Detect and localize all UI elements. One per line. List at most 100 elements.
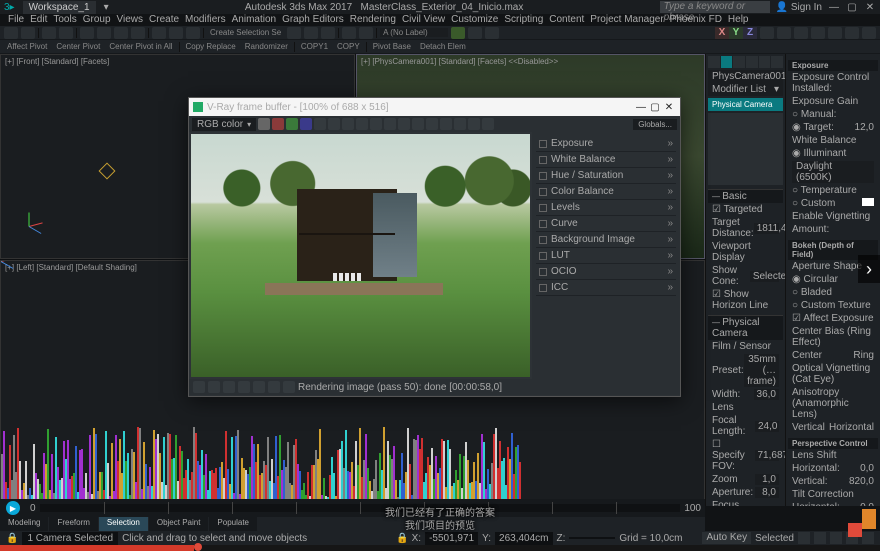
- vfb-link-button[interactable]: [426, 118, 438, 130]
- link-button[interactable]: [42, 27, 56, 39]
- vfb-render-button[interactable]: [468, 118, 480, 130]
- vfb-green-button[interactable]: [286, 118, 298, 130]
- time-slider[interactable]: [40, 504, 681, 512]
- signin-button[interactable]: 👤 Sign In: [776, 2, 822, 13]
- vfb-cc-item[interactable]: OCIO»: [536, 264, 676, 280]
- maximize-button[interactable]: ▢: [846, 1, 858, 13]
- named-sel-dropdown[interactable]: A (No Label): [380, 28, 448, 37]
- vfb-cc-item[interactable]: ICC»: [536, 280, 676, 296]
- align-button[interactable]: [359, 27, 373, 39]
- select-name-button[interactable]: [97, 27, 111, 39]
- modifier-stack[interactable]: [708, 113, 783, 185]
- mirror-button[interactable]: [342, 27, 356, 39]
- utilities-tab[interactable]: [771, 56, 783, 68]
- menu-item[interactable]: Modifiers: [185, 14, 226, 26]
- hierarchy-tab[interactable]: [733, 56, 745, 68]
- redo-button[interactable]: [21, 27, 35, 39]
- ribbon-tab[interactable]: Object Paint: [149, 517, 209, 531]
- menu-item[interactable]: Tools: [53, 14, 76, 26]
- vfb-track-button[interactable]: [412, 118, 424, 130]
- ribbon-tab[interactable]: Freeform: [49, 517, 97, 531]
- video-progress[interactable]: [0, 545, 880, 551]
- vfb-save-button[interactable]: [328, 118, 340, 130]
- unlink-button[interactable]: [59, 27, 73, 39]
- tool-btn[interactable]: [845, 27, 859, 39]
- object-name[interactable]: PhysCamera001: [712, 71, 785, 82]
- menu-item[interactable]: Create: [149, 14, 179, 26]
- vfb-ocio-button[interactable]: [283, 381, 295, 393]
- render-button[interactable]: [485, 27, 499, 39]
- vfb-pick-button[interactable]: [454, 118, 466, 130]
- vfb-red-button[interactable]: [272, 118, 284, 130]
- help-search[interactable]: Type a keyword or phrase: [660, 1, 770, 13]
- vfb-blue-button[interactable]: [300, 118, 312, 130]
- modify-tab[interactable]: [721, 56, 733, 68]
- menu-item[interactable]: Scripting: [504, 14, 543, 26]
- rotate-button[interactable]: [169, 27, 183, 39]
- menu-item[interactable]: Edit: [30, 14, 47, 26]
- vfb-cc-item[interactable]: Levels»: [536, 200, 676, 216]
- ribbon-tab[interactable]: Modeling: [0, 517, 48, 531]
- snap-button[interactable]: [287, 27, 301, 39]
- vfb-cc-item[interactable]: Background Image»: [536, 232, 676, 248]
- vfb-clone-button[interactable]: [370, 118, 382, 130]
- tool-btn[interactable]: [828, 27, 842, 39]
- menu-item[interactable]: Content: [549, 14, 584, 26]
- center-pivot-all[interactable]: Center Pivot in All: [106, 42, 175, 51]
- vfb-min-button[interactable]: —: [634, 100, 648, 114]
- randomizer[interactable]: Randomizer: [242, 42, 291, 51]
- vfb-render-view[interactable]: [191, 134, 530, 377]
- play-button[interactable]: ▶: [6, 501, 20, 515]
- tool-btn[interactable]: [760, 27, 774, 39]
- tool-btn[interactable]: [862, 27, 876, 39]
- rollout-physcam[interactable]: — Physical Camera: [708, 315, 783, 340]
- rollout-exposure[interactable]: Exposure: [788, 60, 878, 71]
- menu-item[interactable]: Rendering: [350, 14, 396, 26]
- menu-item[interactable]: Group: [83, 14, 111, 26]
- filter-button[interactable]: [131, 27, 145, 39]
- vfb-cc-item[interactable]: White Balance»: [536, 152, 676, 168]
- tool-btn[interactable]: [811, 27, 825, 39]
- tool-btn[interactable]: [794, 27, 808, 39]
- angle-snap-button[interactable]: [304, 27, 318, 39]
- copy1[interactable]: COPY1: [298, 42, 331, 51]
- vfb-alpha-button[interactable]: [314, 118, 326, 130]
- vfb-info-button[interactable]: [440, 118, 452, 130]
- undo-button[interactable]: [4, 27, 18, 39]
- vfb-lens-button[interactable]: [223, 381, 235, 393]
- vfb-stamp-button[interactable]: [238, 381, 250, 393]
- menu-item[interactable]: File: [8, 14, 24, 26]
- vfb-close-button[interactable]: ✕: [662, 100, 676, 114]
- minimize-button[interactable]: —: [828, 1, 840, 13]
- vfb-globals-dropdown[interactable]: Globals...: [633, 119, 677, 130]
- vfb-cc-item[interactable]: Curve»: [536, 216, 676, 232]
- modifier-list[interactable]: Modifier List: [712, 84, 766, 95]
- menu-item[interactable]: Civil View: [402, 14, 445, 26]
- render-setup-button[interactable]: [468, 27, 482, 39]
- close-button[interactable]: ✕: [864, 1, 876, 13]
- vfb-max-button[interactable]: ▢: [648, 100, 662, 114]
- timeline[interactable]: ▶ 0 100: [0, 499, 705, 517]
- camera-gizmo-icon[interactable]: [99, 163, 116, 180]
- vfb-lut-button[interactable]: [268, 381, 280, 393]
- vfb-ab-button[interactable]: [384, 118, 396, 130]
- menu-item[interactable]: Animation: [232, 14, 276, 26]
- axis-constraint[interactable]: XYZ: [715, 27, 757, 39]
- modifier-stack-item[interactable]: Physical Camera: [708, 98, 783, 111]
- vfb-titlebar[interactable]: V-Ray frame buffer - [100% of 688 x 516]…: [189, 98, 680, 116]
- coord-x[interactable]: -5501,971: [425, 532, 478, 545]
- select-button[interactable]: [80, 27, 94, 39]
- vfb-load-button[interactable]: [342, 118, 354, 130]
- copy-replace[interactable]: Copy Replace: [183, 42, 239, 51]
- vfb-cc-item[interactable]: Color Balance»: [536, 184, 676, 200]
- pivot-base[interactable]: Pivot Base: [370, 42, 414, 51]
- move-button[interactable]: [152, 27, 166, 39]
- material-editor-button[interactable]: [451, 27, 465, 39]
- play-anim[interactable]: [830, 532, 842, 544]
- menu-item[interactable]: Customize: [451, 14, 498, 26]
- display-tab[interactable]: [759, 56, 771, 68]
- vfb-srgb-button[interactable]: [253, 381, 265, 393]
- tool-btn[interactable]: [777, 27, 791, 39]
- next-slide-button[interactable]: ›: [858, 255, 880, 283]
- ribbon-tab[interactable]: Selection: [99, 517, 148, 531]
